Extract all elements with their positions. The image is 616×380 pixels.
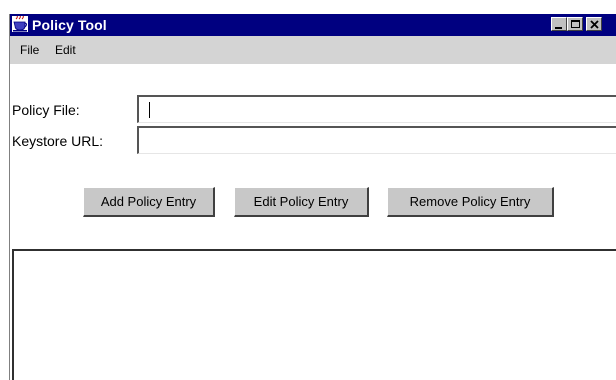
minimize-icon bbox=[555, 27, 562, 29]
edit-policy-entry-button[interactable]: Edit Policy Entry bbox=[234, 187, 369, 217]
window-title: Policy Tool bbox=[32, 17, 107, 33]
minimize-button[interactable] bbox=[551, 17, 567, 31]
java-app-icon[interactable] bbox=[12, 15, 28, 32]
maximize-icon bbox=[571, 20, 580, 28]
close-icon bbox=[590, 20, 599, 29]
text-caret bbox=[149, 102, 150, 118]
maximize-button[interactable] bbox=[567, 17, 583, 31]
keystore-url-label: Keystore URL: bbox=[12, 133, 104, 149]
keystore-url-field[interactable] bbox=[137, 126, 616, 154]
policy-entry-list[interactable] bbox=[12, 249, 616, 380]
policy-file-label: Policy File: bbox=[12, 102, 80, 118]
policy-file-field[interactable] bbox=[137, 95, 616, 123]
keystore-url-input[interactable] bbox=[139, 128, 616, 153]
window-left-border bbox=[9, 14, 10, 380]
policy-tool-window: Policy Tool File Edit Policy File: Keyst… bbox=[0, 0, 616, 380]
menu-bar: File Edit bbox=[10, 36, 616, 64]
menu-file[interactable]: File bbox=[20, 43, 39, 57]
remove-policy-entry-button[interactable]: Remove Policy Entry bbox=[387, 187, 554, 217]
policy-file-input[interactable] bbox=[139, 97, 616, 122]
title-bar[interactable]: Policy Tool bbox=[10, 14, 616, 36]
close-button[interactable] bbox=[586, 17, 602, 31]
menu-edit[interactable]: Edit bbox=[55, 43, 76, 57]
add-policy-entry-button[interactable]: Add Policy Entry bbox=[83, 187, 215, 217]
